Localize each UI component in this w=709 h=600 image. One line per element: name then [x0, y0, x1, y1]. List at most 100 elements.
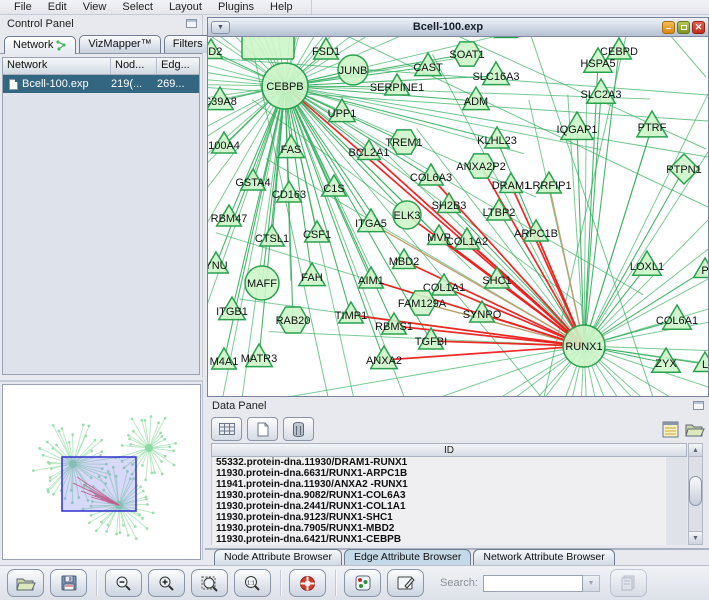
- node-JUNB[interactable]: JUNB: [337, 54, 369, 86]
- node-ITGA5[interactable]: ITGA5: [355, 207, 387, 233]
- network-canvas[interactable]: FSD1SOAT1TMBIM4CEBPDJUNBCASTSLC16A3HSPA5…: [208, 37, 708, 396]
- window-menu-button[interactable]: ▼: [211, 20, 230, 34]
- open-attribute-folder-icon[interactable]: [685, 422, 705, 437]
- edge-id-row[interactable]: 11930.protein-dna.6421/RUNX1-CEBPB: [212, 534, 666, 545]
- node-ADM[interactable]: ADM: [461, 85, 491, 111]
- network-window: ▼ Bcell-100.exp – ✕ FSD1SOAT1TMBIM4CEBPD…: [207, 17, 709, 397]
- node-UPP1[interactable]: UPP1: [327, 97, 357, 123]
- node-MATR3[interactable]: MATR3: [241, 342, 277, 368]
- network-window-titlebar[interactable]: ▼ Bcell-100.exp – ✕: [208, 18, 708, 37]
- node-SHC1[interactable]: SHC1: [482, 265, 512, 289]
- node-CTSL1[interactable]: CTSL1: [255, 223, 289, 247]
- minimize-button[interactable]: –: [662, 20, 675, 34]
- edge-id-row[interactable]: 11930.protein-dna.9123/RUNX1-SHC1: [212, 512, 666, 523]
- search-dropdown-icon[interactable]: ▼: [582, 574, 600, 592]
- annotation-button[interactable]: [387, 569, 424, 597]
- edge-id-row[interactable]: 11930.protein-dna.2441/RUNX1-COL1A1: [212, 501, 666, 512]
- col-edges[interactable]: Edg...: [157, 58, 199, 74]
- node-ELK3[interactable]: ELK3: [392, 200, 422, 230]
- node-CEBPB[interactable]: CEBPB: [261, 62, 309, 110]
- node-M4A1[interactable]: M4A1: [210, 346, 239, 370]
- tab-filters[interactable]: Filters: [163, 35, 212, 53]
- node-rect[interactable]: [241, 37, 295, 60]
- data-panel-scrollbar[interactable]: ▲ ▼: [688, 443, 703, 545]
- edge-id-row[interactable]: 11941.protein-dna.11930/ANXA2 -RUNX1: [212, 479, 666, 490]
- node-ANXA2P2[interactable]: ANXA2P2: [456, 153, 506, 179]
- node-TREM1[interactable]: TREM1: [385, 129, 423, 155]
- node-C39A8[interactable]: C39A8: [208, 85, 237, 111]
- search-input[interactable]: [482, 574, 583, 592]
- save-button[interactable]: [50, 569, 87, 597]
- node-LRRFIP1[interactable]: LRRFIP1: [526, 170, 572, 194]
- edge-id-row[interactable]: 11930.protein-dna.9082/RUNX1-COL6A3: [212, 490, 666, 501]
- menu-view[interactable]: View: [75, 1, 115, 13]
- vizmapper-button[interactable]: [344, 569, 381, 597]
- menu-plugins[interactable]: Plugins: [210, 1, 262, 13]
- zoom-fit-button[interactable]: [191, 569, 228, 597]
- tab-node-attribute-browser[interactable]: Node Attribute Browser: [214, 549, 342, 565]
- node-RAB20[interactable]: RAB20: [276, 306, 311, 334]
- node-MBD2[interactable]: MBD2: [389, 247, 420, 270]
- scroll-up-icon[interactable]: ▲: [689, 444, 702, 457]
- node-CEBPD[interactable]: CEBPD: [600, 37, 638, 60]
- node-ITGB1[interactable]: ITGB1: [216, 295, 248, 321]
- node-PTRF[interactable]: PTRF: [635, 109, 669, 138]
- node-TIMP1[interactable]: TIMP1: [335, 300, 367, 324]
- menu-help[interactable]: Help: [262, 1, 301, 13]
- node-LTBP2[interactable]: LTBP2: [483, 197, 516, 221]
- node-KLHL23[interactable]: KLHL23: [477, 125, 517, 149]
- delete-attribute-button[interactable]: [283, 417, 314, 441]
- tab-network[interactable]: Network: [4, 36, 77, 54]
- node-AIM1[interactable]: AIM1: [357, 265, 385, 289]
- node-ANXA2[interactable]: ANXA2: [366, 344, 402, 370]
- open-button[interactable]: [7, 569, 44, 597]
- menu-layout[interactable]: Layout: [161, 1, 210, 13]
- close-button[interactable]: ✕: [692, 20, 705, 34]
- node-CSF1[interactable]: CSF1: [303, 219, 331, 243]
- tab-network-attribute-browser[interactable]: Network Attribute Browser: [473, 549, 615, 565]
- node-PTPN1[interactable]: PTPN1: [666, 152, 702, 186]
- attribute-editor-icon[interactable]: [662, 421, 679, 438]
- menu-select[interactable]: Select: [114, 1, 161, 13]
- node-DRAM1[interactable]: DRAM1: [492, 171, 531, 194]
- create-attribute-button[interactable]: [247, 417, 278, 441]
- network-row-selected[interactable]: Bcell-100.exp 219(... 269...: [3, 75, 199, 93]
- node-CAST[interactable]: CAST: [413, 51, 443, 77]
- search-combobox[interactable]: ▼: [482, 574, 600, 592]
- menu-file[interactable]: File: [6, 1, 40, 13]
- node-RUNX1[interactable]: RUNX1: [562, 324, 606, 368]
- help-button[interactable]: [289, 569, 326, 597]
- edge-id-row[interactable]: 11930.protein-dna.6631/RUNX1-ARPC1B: [212, 468, 666, 479]
- tab-edge-attribute-browser[interactable]: Edge Attribute Browser: [343, 549, 472, 565]
- node-COL6A1[interactable]: COL6A1: [656, 303, 698, 331]
- node-ZYX[interactable]: ZYX: [650, 346, 682, 374]
- edge-id-row[interactable]: 55332.protein-dna.11930/DRAM1-RUNX1: [212, 457, 666, 468]
- menu-edit[interactable]: Edit: [40, 1, 75, 13]
- zoom-out-button[interactable]: [105, 569, 142, 597]
- zoom-selected-button[interactable]: 1:1: [234, 569, 271, 597]
- node-SH2B3[interactable]: SH2B3: [432, 191, 467, 214]
- node-FAH[interactable]: FAH: [297, 261, 327, 287]
- node-IQGAP1[interactable]: IQGAP1: [557, 110, 598, 141]
- node-P[interactable]: P: [692, 256, 708, 279]
- float-panel-icon[interactable]: [693, 401, 704, 410]
- id-column-header[interactable]: ID: [211, 443, 687, 457]
- zoom-in-button[interactable]: [148, 569, 185, 597]
- maximize-button[interactable]: [677, 20, 690, 34]
- node-YNU[interactable]: YNU: [208, 250, 230, 274]
- scroll-down-icon[interactable]: ▼: [689, 531, 702, 544]
- node-FSD1[interactable]: FSD1: [312, 37, 340, 60]
- node-RBMS1[interactable]: RBMS1: [375, 311, 413, 335]
- scroll-thumb[interactable]: [689, 476, 702, 506]
- edge-id-row[interactable]: 11930.protein-dna.7905/RUNX1-MBD2: [212, 523, 666, 534]
- node-SLC16A3[interactable]: SLC16A3: [472, 60, 520, 86]
- birdseye-canvas[interactable]: [2, 384, 201, 560]
- float-panel-icon[interactable]: [186, 19, 197, 28]
- col-network[interactable]: Network: [3, 58, 111, 74]
- col-nodes[interactable]: Nod...: [111, 58, 157, 74]
- select-attributes-button[interactable]: [211, 417, 242, 441]
- tab-vizmapper[interactable]: VizMapper™: [79, 35, 161, 53]
- node-SERPINE1[interactable]: SERPINE1: [370, 72, 424, 96]
- birdseye-viewport-rect[interactable]: [61, 456, 137, 512]
- node-MAFF[interactable]: MAFF: [244, 265, 280, 301]
